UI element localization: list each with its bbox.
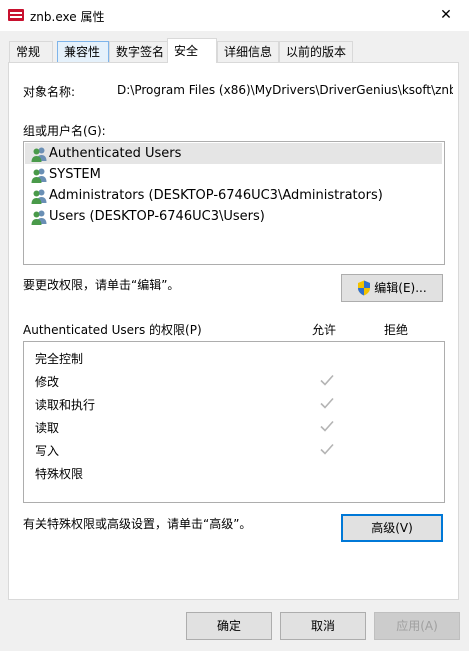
list-item-administrators[interactable]: Administrators (DESKTOP-6746UC3\Administ…	[25, 185, 442, 206]
close-icon[interactable]: ✕	[423, 0, 469, 31]
group-name: Users (DESKTOP-6746UC3\Users)	[49, 209, 265, 224]
permission-row-read: 读取	[35, 416, 441, 438]
groups-label: 组或用户名(G):	[23, 124, 106, 138]
permission-name: 读取	[35, 421, 60, 435]
permission-name: 读取和执行	[35, 398, 96, 412]
deny-header: 拒绝	[384, 323, 409, 337]
cancel-button[interactable]: 取消	[280, 612, 366, 640]
group-name: SYSTEM	[49, 167, 101, 182]
group-name: Administrators (DESKTOP-6746UC3\Administ…	[49, 188, 383, 203]
permission-row-modify: 修改	[35, 370, 441, 392]
list-item-system[interactable]: SYSTEM	[25, 164, 442, 185]
users-icon	[31, 168, 47, 183]
edit-hint: 要更改权限，请单击“编辑”。	[23, 278, 180, 292]
object-name-value: D:\Program Files (x86)\MyDrivers\DriverG…	[117, 83, 453, 97]
users-icon	[31, 210, 47, 225]
tab-compatibility[interactable]: 兼容性	[57, 41, 109, 62]
ok-button[interactable]: 确定	[186, 612, 272, 640]
window-title: znb.exe 属性	[30, 10, 105, 24]
group-name: Authenticated Users	[49, 146, 182, 161]
advanced-hint: 有关特殊权限或高级设置，请单击“高级”。	[23, 517, 252, 531]
allow-header: 允许	[312, 323, 337, 337]
edit-button-label: 编辑(E)...	[374, 281, 427, 295]
permission-name: 写入	[35, 444, 60, 458]
app-icon	[8, 9, 24, 21]
shield-icon	[358, 280, 371, 296]
permission-row-write: 写入	[35, 439, 441, 461]
advanced-button[interactable]: 高级(V)	[341, 514, 443, 542]
permission-row-full-control: 完全控制	[35, 347, 441, 369]
tab-details[interactable]: 详细信息	[217, 41, 279, 62]
permission-row-read-execute: 读取和执行	[35, 393, 441, 415]
users-icon	[31, 147, 47, 162]
apply-button[interactable]: 应用(A)	[374, 612, 460, 640]
check-icon	[320, 397, 334, 409]
tab-general[interactable]: 常规	[9, 41, 53, 62]
permission-name: 特殊权限	[35, 467, 84, 481]
check-icon	[320, 374, 334, 386]
groups-listbox[interactable]: Authenticated Users SYSTEM Administrator…	[23, 141, 445, 265]
tab-previous-versions[interactable]: 以前的版本	[279, 41, 353, 62]
users-icon	[31, 189, 47, 204]
tab-security[interactable]: 安全	[167, 38, 217, 63]
check-icon	[320, 443, 334, 455]
list-item-authenticated-users[interactable]: Authenticated Users	[25, 143, 442, 164]
security-panel: 对象名称: D:\Program Files (x86)\MyDrivers\D…	[8, 62, 459, 600]
permissions-list: 完全控制 修改 读取和执行 读取 写入 特殊权限	[23, 341, 445, 503]
edit-button[interactable]: 编辑(E)...	[341, 274, 443, 302]
permission-row-special: 特殊权限	[35, 462, 441, 484]
check-icon	[320, 420, 334, 432]
object-name-label: 对象名称:	[23, 85, 76, 99]
permission-name: 修改	[35, 375, 60, 389]
title-bar: znb.exe 属性 ✕	[0, 0, 469, 31]
permissions-header: Authenticated Users 的权限(P)	[23, 323, 202, 337]
tab-digital-signatures[interactable]: 数字签名	[109, 41, 169, 62]
permission-name: 完全控制	[35, 352, 84, 366]
list-item-users[interactable]: Users (DESKTOP-6746UC3\Users)	[25, 206, 442, 227]
